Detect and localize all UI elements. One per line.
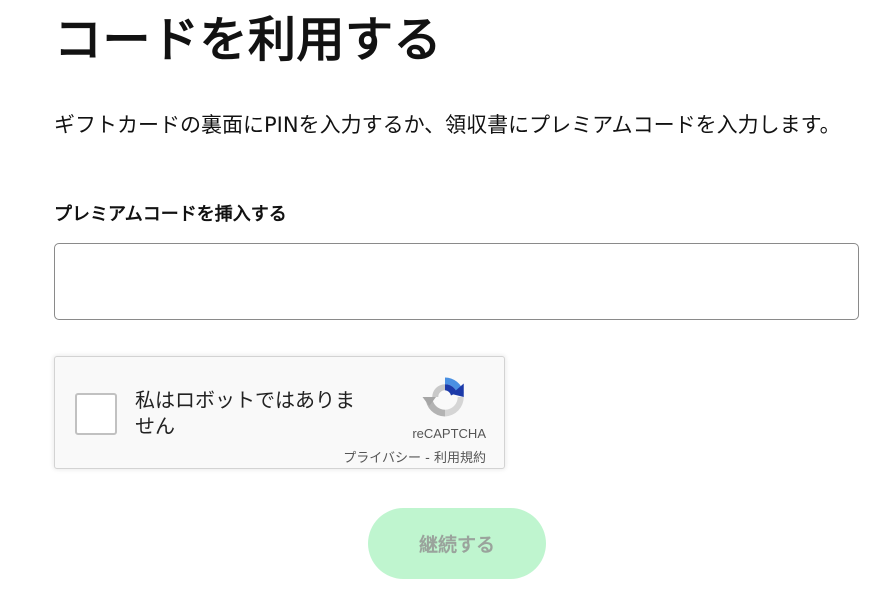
- continue-button[interactable]: 継続する: [368, 508, 546, 579]
- recaptcha-links: プライバシー - 利用規約: [343, 447, 486, 466]
- code-field-label: プレミアムコードを挿入する: [54, 204, 287, 225]
- premium-code-input[interactable]: [54, 243, 859, 320]
- recaptcha-privacy-link[interactable]: プライバシー: [343, 451, 421, 466]
- recaptcha-link-separator: -: [421, 451, 434, 466]
- recaptcha-widget: 私はロボットではありません reCAPTCHA プライバシー - 利用規約: [54, 356, 505, 469]
- recaptcha-logo-icon: [422, 377, 464, 417]
- recaptcha-checkbox[interactable]: [75, 393, 117, 435]
- recaptcha-brand: reCAPTCHA: [412, 426, 486, 441]
- page-description: ギフトカードの裏面にPINを入力するか、領収書にプレミアムコードを入力します。: [54, 113, 841, 137]
- redeem-code-page: コードを利用する ギフトカードの裏面にPINを入力するか、領収書にプレミアムコー…: [0, 0, 893, 597]
- recaptcha-terms-link[interactable]: 利用規約: [434, 451, 486, 466]
- page-title: コードを利用する: [54, 12, 443, 68]
- recaptcha-checkbox-label: 私はロボットではありません: [135, 388, 355, 438]
